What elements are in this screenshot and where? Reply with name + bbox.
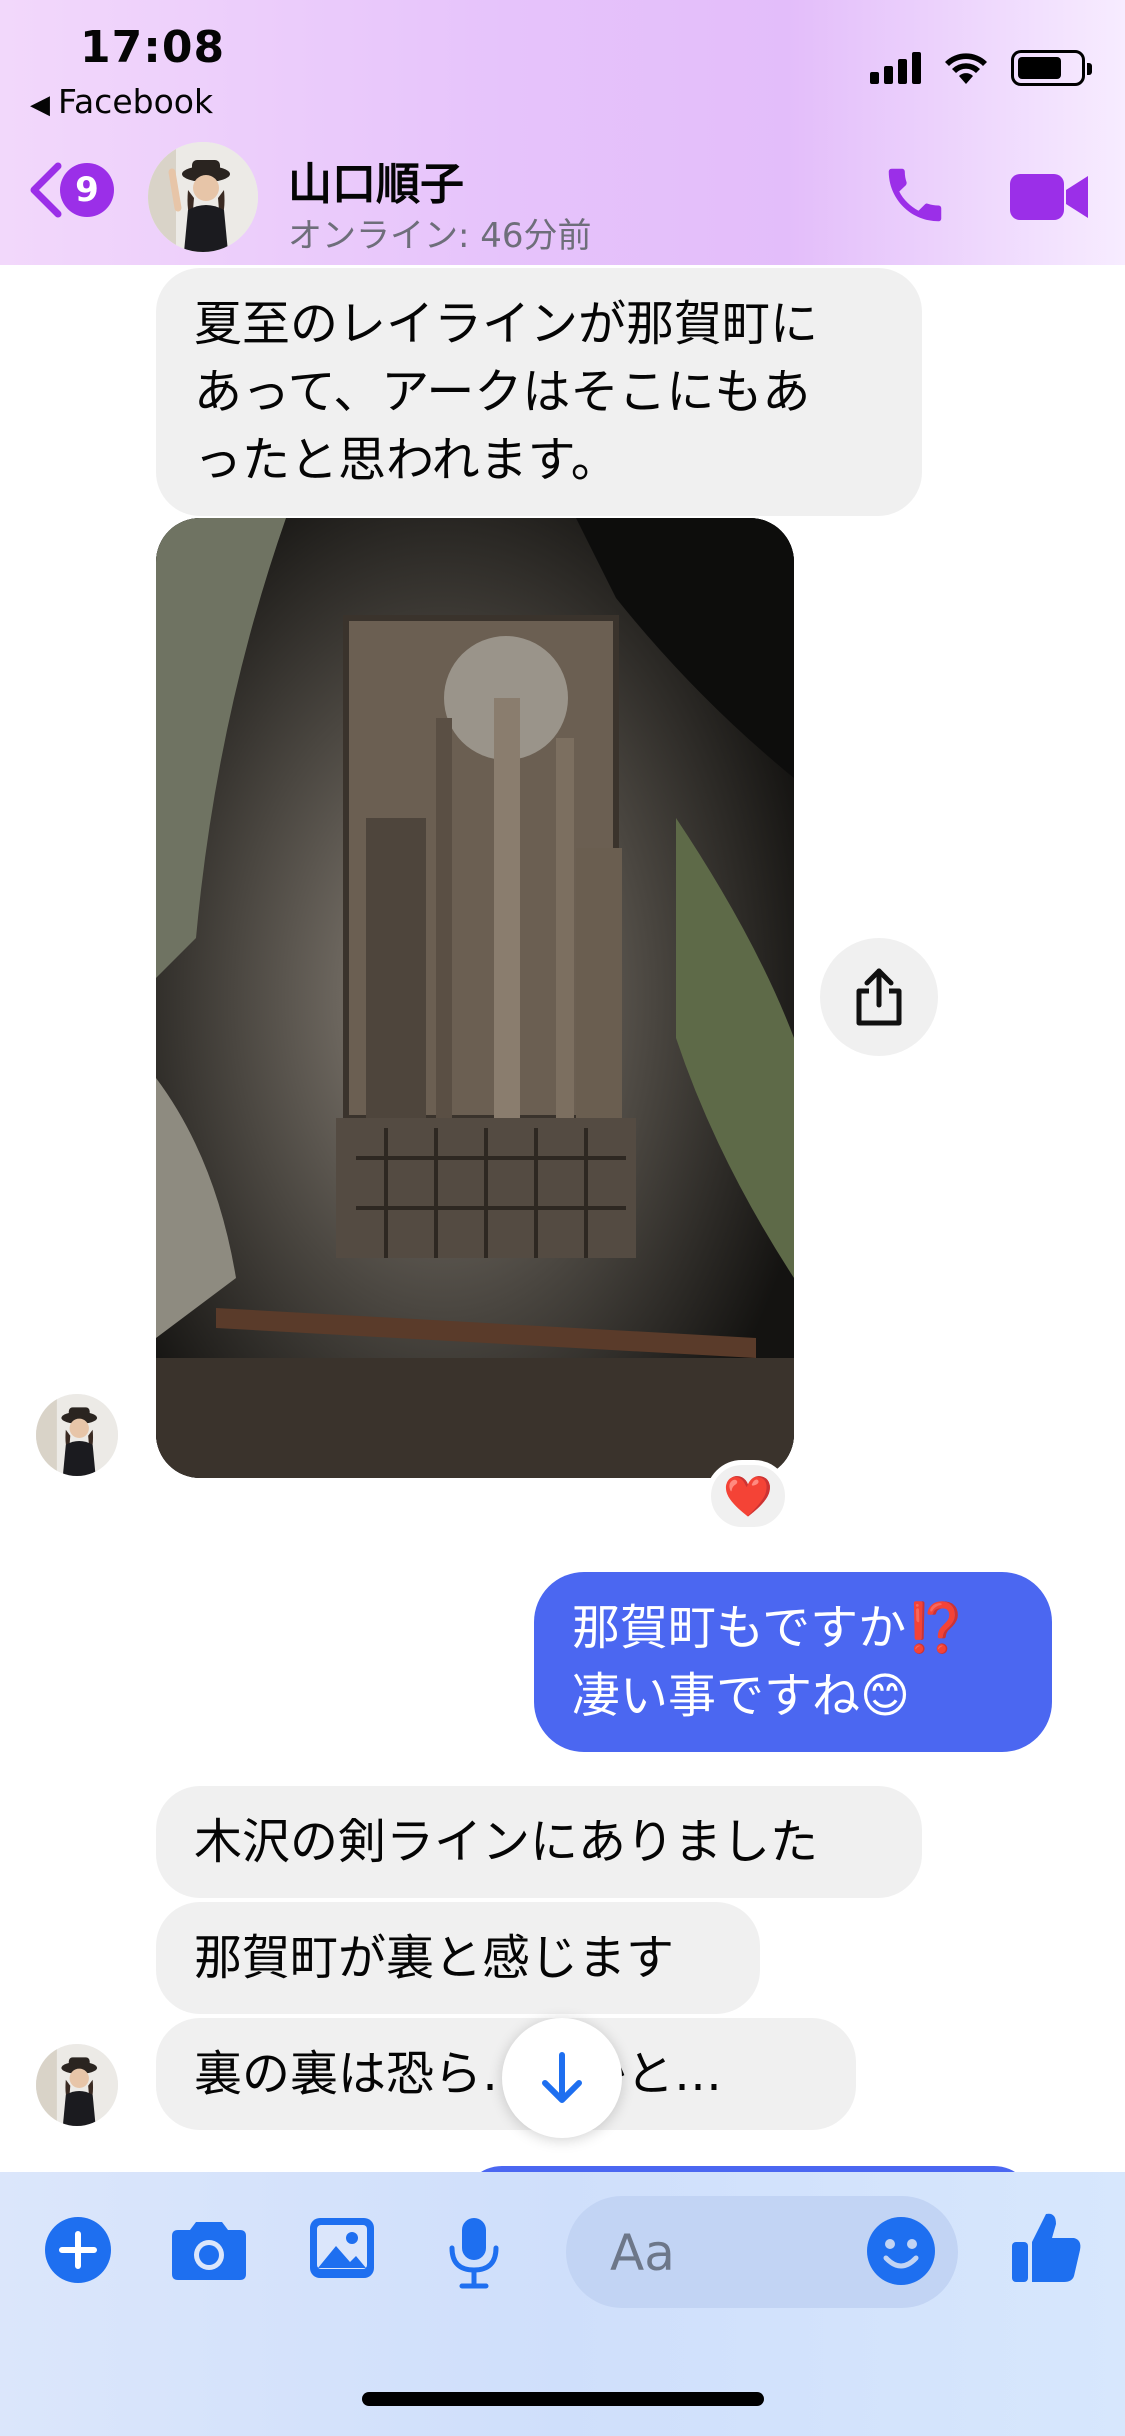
outgoing-message[interactable]: 那賀町もですか⁉️ 凄い事ですね😊 <box>534 1572 1052 1752</box>
camera-icon <box>172 2222 246 2280</box>
message-line: 夏至のレイラインが那賀町に <box>194 296 819 352</box>
status-time: 17:08 <box>80 22 226 73</box>
plus-circle-icon <box>45 2217 111 2283</box>
share-button[interactable] <box>820 938 938 1056</box>
message-text: 木沢の剣ラインにありました <box>194 1814 819 1870</box>
voice-message-button[interactable] <box>446 2216 502 2294</box>
share-icon <box>856 968 902 1026</box>
audio-call-button[interactable] <box>880 160 950 234</box>
back-button[interactable]: 9 <box>26 160 114 220</box>
camera-button[interactable] <box>170 2216 248 2286</box>
unread-count-badge: 9 <box>60 163 114 217</box>
message-line: 凄い事ですね😊 <box>572 1668 911 1724</box>
message-input-placeholder: Aa <box>610 2224 675 2282</box>
photo-gallery-icon <box>310 2218 374 2278</box>
battery-icon <box>1011 50 1092 86</box>
smiley-icon <box>867 2217 935 2285</box>
heart-reaction[interactable]: ❤️ <box>706 1460 790 1532</box>
video-call-button[interactable] <box>1008 168 1090 230</box>
contact-avatar[interactable] <box>148 142 258 252</box>
wifi-icon <box>945 53 987 84</box>
more-actions-button[interactable] <box>44 2216 112 2288</box>
gallery-button[interactable] <box>308 2216 376 2284</box>
microphone-icon <box>449 2218 499 2289</box>
emoji-button[interactable] <box>866 2216 936 2290</box>
like-button[interactable] <box>1010 2210 1082 2290</box>
cellular-signal-icon <box>870 52 921 84</box>
home-indicator <box>362 2392 764 2406</box>
sender-avatar[interactable] <box>36 1394 118 1476</box>
incoming-message[interactable]: 木沢の剣ラインにありました <box>156 1786 922 1898</box>
back-to-app-link[interactable]: ◀ Facebook <box>30 82 213 121</box>
thumbs-up-icon <box>1012 2213 1081 2282</box>
back-app-label: Facebook <box>58 82 214 121</box>
status-icons <box>870 48 1092 88</box>
message-line: 那賀町もですか⁉️ <box>572 1600 966 1656</box>
contact-name[interactable]: 山口順子 <box>288 148 464 212</box>
incoming-message[interactable]: 夏至のレイラインが那賀町に あって、アークはそこにもあ ったと思われます。 <box>156 268 922 516</box>
sender-avatar[interactable] <box>36 2044 118 2126</box>
message-text: 那賀町が裏と感じます <box>194 1930 675 1986</box>
arrow-down-icon <box>542 2052 582 2103</box>
back-triangle-icon: ◀ <box>30 90 50 120</box>
message-line: あって、アークはそこにもあ <box>194 364 811 420</box>
incoming-message[interactable]: 那賀町が裏と感じます <box>156 1902 760 2014</box>
contact-online-status: オンライン: 46分前 <box>288 216 592 256</box>
scroll-to-bottom-button[interactable] <box>502 2018 622 2138</box>
message-line: ったと思われます。 <box>194 432 619 488</box>
message-photo[interactable] <box>156 518 794 1478</box>
phone-icon <box>888 168 942 222</box>
conversation-header: 17:08 ◀ Facebook 9 山口順子 オンライン: 46分前 <box>0 0 1125 265</box>
video-camera-icon <box>1010 174 1088 220</box>
